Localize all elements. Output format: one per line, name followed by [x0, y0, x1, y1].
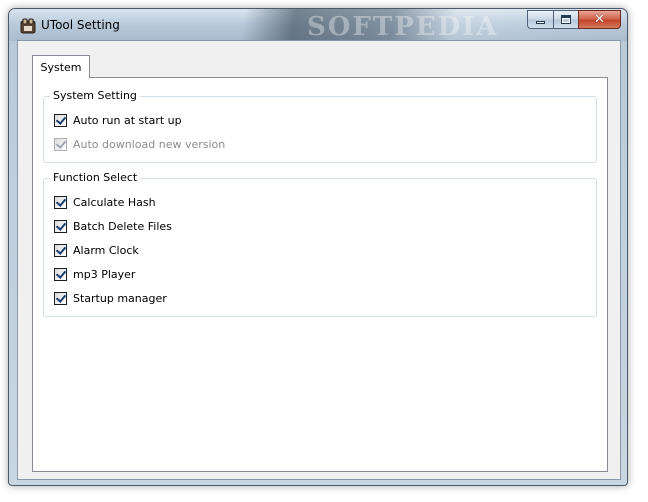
app-icon	[20, 18, 36, 34]
checkbox-label: Calculate Hash	[73, 195, 156, 209]
close-button[interactable]: ✕	[578, 10, 621, 29]
tab-label: System	[40, 60, 82, 74]
batch-delete-files-option[interactable]: Batch Delete Files	[54, 218, 172, 234]
window-title: UTool Setting	[41, 18, 120, 32]
auto-download-checkbox	[54, 137, 67, 151]
window-controls: ✕	[527, 10, 621, 29]
tab-system[interactable]: System	[32, 55, 90, 78]
system-tab-panel: System Setting Auto run at start up Auto…	[32, 77, 608, 472]
group-title: Function Select	[50, 171, 141, 184]
close-icon: ✕	[594, 12, 605, 27]
maximize-button[interactable]	[553, 10, 578, 29]
auto-run-option[interactable]: Auto run at start up	[54, 112, 182, 128]
startup-manager-checkbox[interactable]	[54, 291, 67, 305]
system-setting-group: System Setting Auto run at start up Auto…	[43, 89, 597, 163]
calculate-hash-option[interactable]: Calculate Hash	[54, 194, 156, 210]
checkbox-label: Batch Delete Files	[73, 219, 172, 233]
mp3-player-option[interactable]: mp3 Player	[54, 266, 135, 282]
checkbox-label: Auto download new version	[73, 137, 226, 151]
alarm-clock-checkbox[interactable]	[54, 243, 67, 257]
mp3-player-checkbox[interactable]	[54, 267, 67, 281]
client-area: System System Setting Auto run at start …	[17, 40, 621, 480]
checkbox-label: Alarm Clock	[73, 243, 139, 257]
batch-delete-files-checkbox[interactable]	[54, 219, 67, 233]
auto-run-checkbox[interactable]	[54, 113, 67, 127]
maximize-icon	[561, 15, 571, 24]
checkbox-label: Startup manager	[73, 291, 167, 305]
utool-setting-window: UTool Setting SOFTPEDIA ✕ System System …	[8, 8, 628, 486]
title-bar[interactable]: UTool Setting SOFTPEDIA ✕	[9, 9, 627, 42]
brand-watermark: SOFTPEDIA	[307, 12, 499, 42]
function-select-group: Function Select Calculate Hash Batch Del…	[43, 171, 597, 317]
group-title: System Setting	[50, 89, 140, 102]
calculate-hash-checkbox[interactable]	[54, 195, 67, 209]
minimize-icon	[536, 21, 545, 24]
minimize-button[interactable]	[527, 10, 553, 29]
checkbox-label: Auto run at start up	[73, 113, 182, 127]
startup-manager-option[interactable]: Startup manager	[54, 290, 167, 306]
checkbox-label: mp3 Player	[73, 267, 136, 281]
alarm-clock-option[interactable]: Alarm Clock	[54, 242, 139, 258]
auto-download-option: Auto download new version	[54, 136, 225, 152]
